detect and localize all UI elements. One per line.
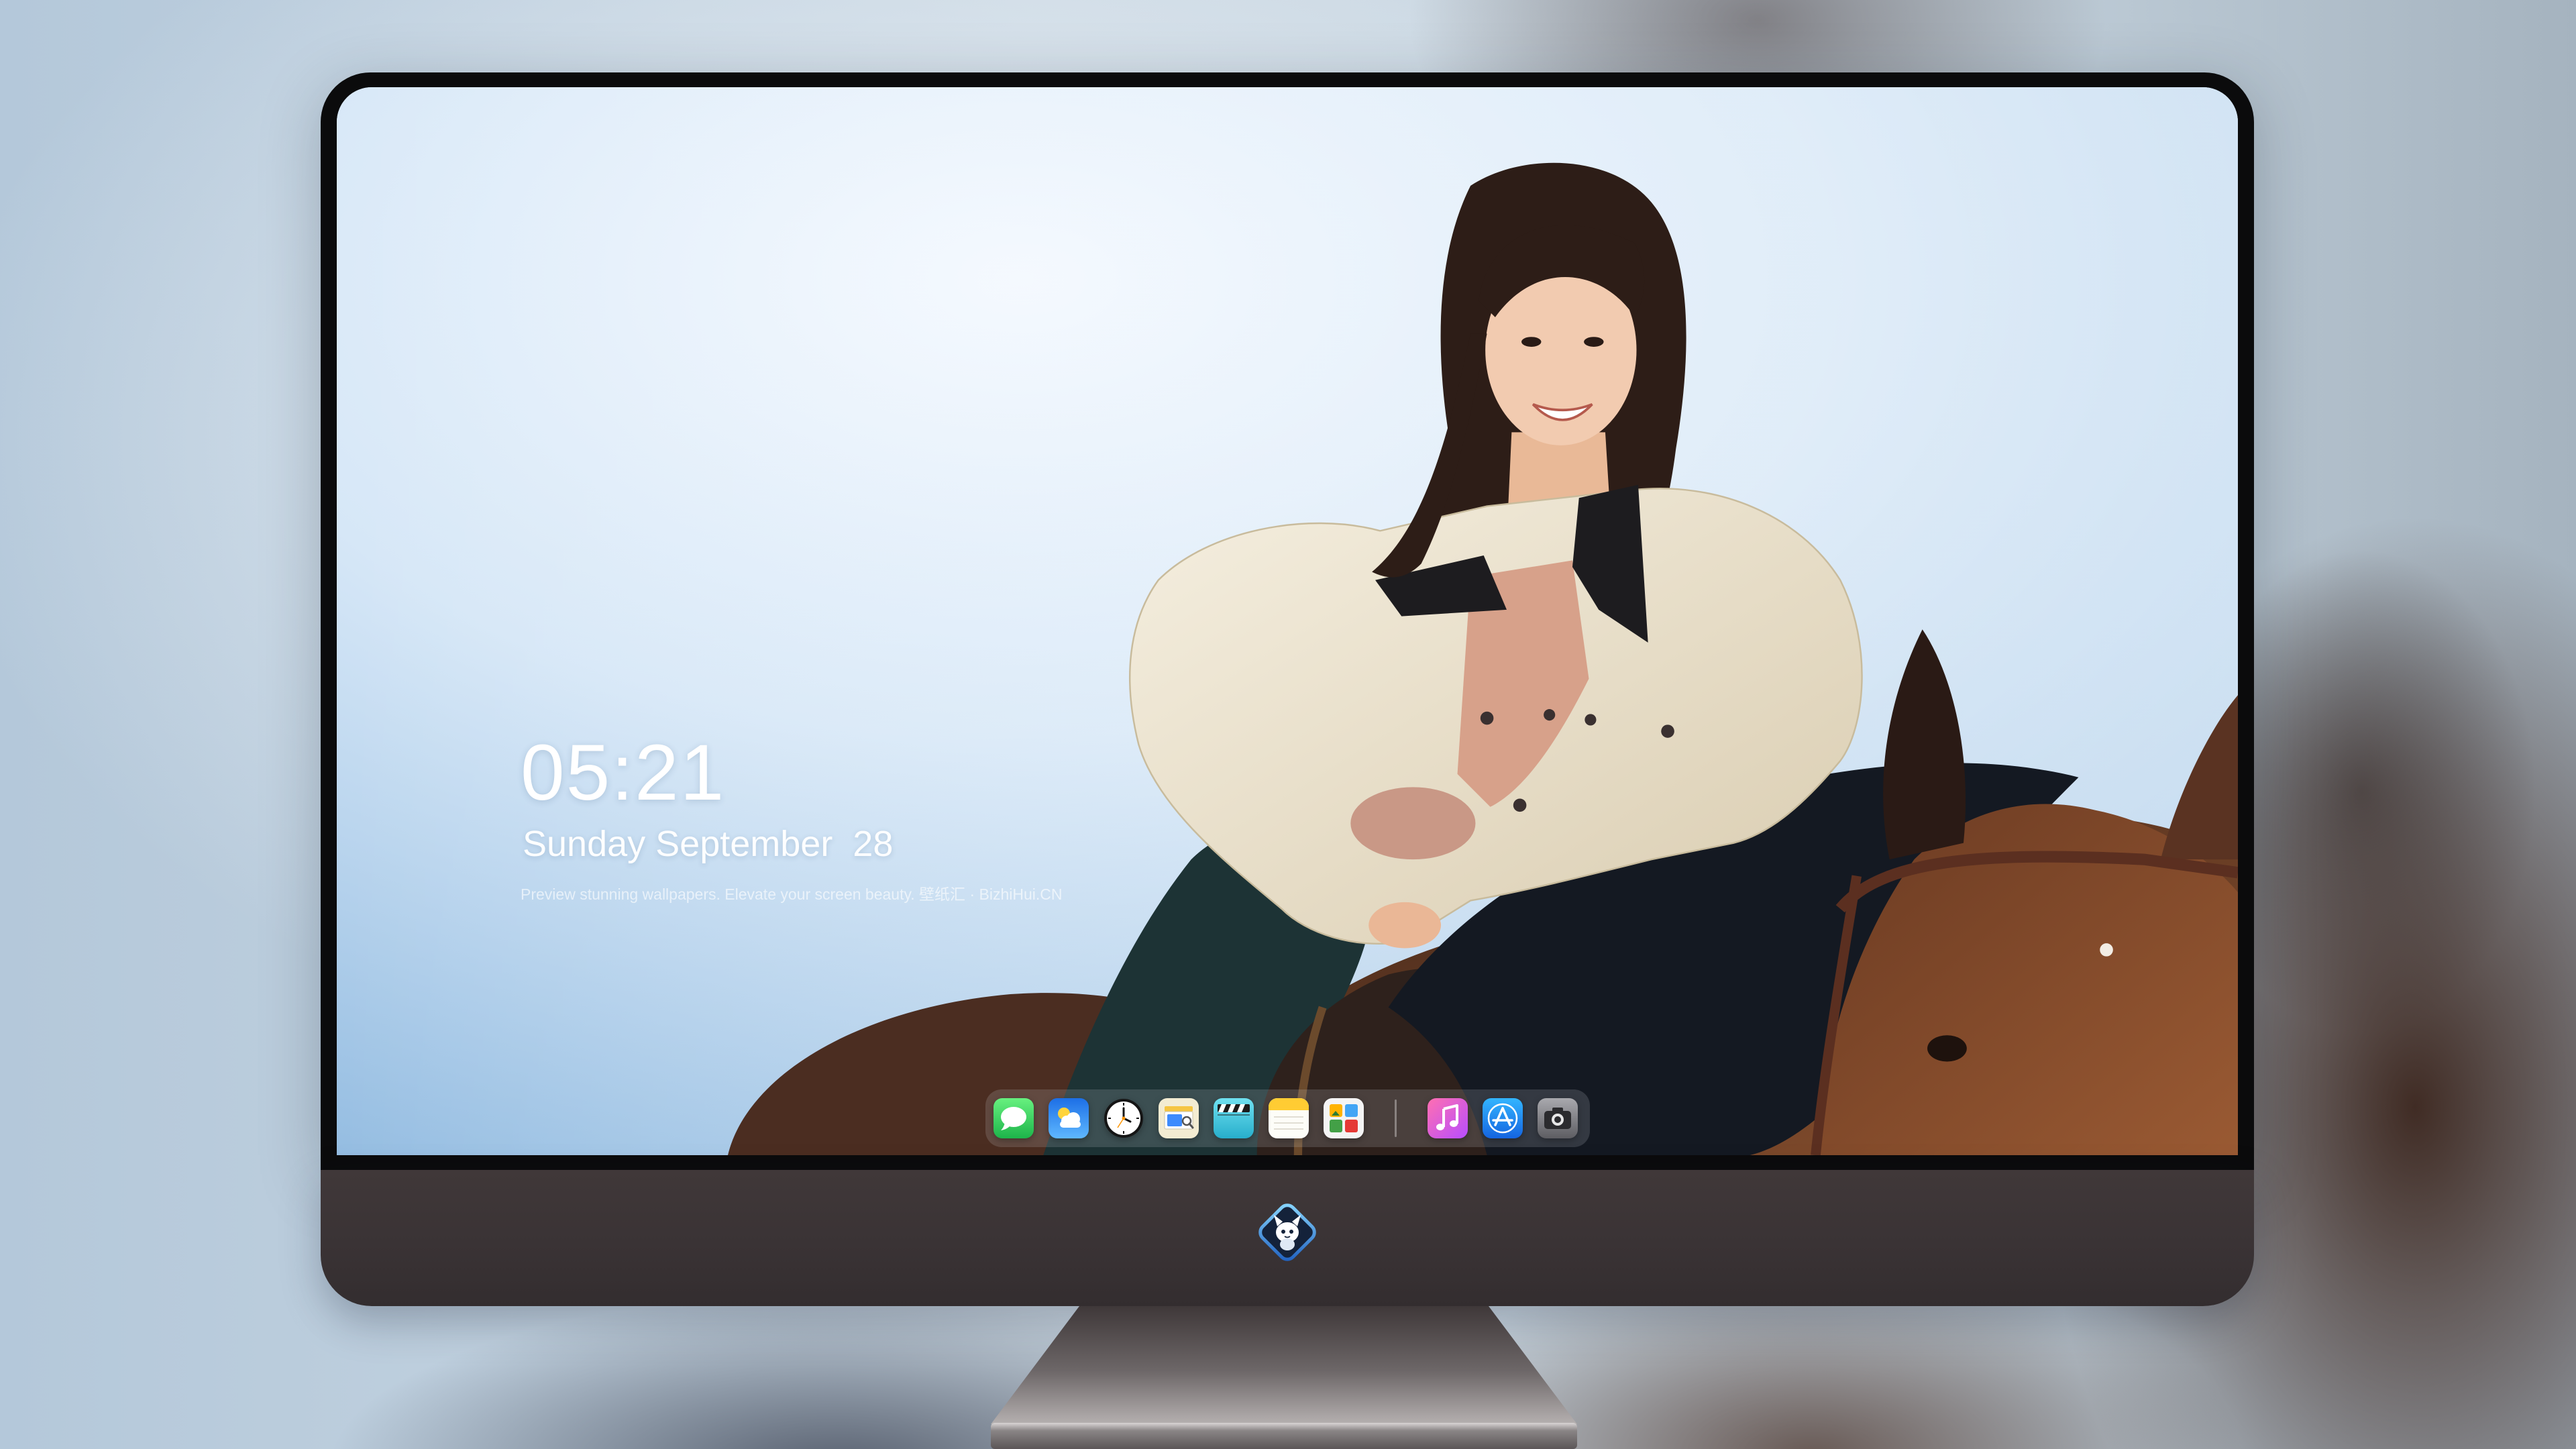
app-store-icon[interactable] [1483, 1098, 1523, 1138]
monitor-stand [991, 1306, 1577, 1449]
dock-separator [1395, 1099, 1397, 1137]
clapperboard-icon[interactable] [1214, 1098, 1254, 1138]
mascot-logo-icon [1258, 1203, 1316, 1261]
wallpaper-image [337, 87, 2238, 1155]
monitor-screen: 05:21 Sunday September 28 Preview stunni… [337, 87, 2238, 1155]
notes-icon[interactable] [1269, 1098, 1309, 1138]
photo-grid-icon[interactable] [1324, 1098, 1364, 1138]
monitor-chin [321, 1170, 2254, 1306]
messages-icon[interactable] [994, 1098, 1034, 1138]
lock-screen-date: Sunday September 28 [523, 824, 894, 864]
lock-screen-time: 05:21 [521, 729, 726, 817]
camera-icon[interactable] [1538, 1098, 1578, 1138]
clock-icon[interactable] [1104, 1098, 1144, 1138]
monitor-bezel: 05:21 Sunday September 28 Preview stunni… [321, 72, 2254, 1170]
dock [985, 1089, 1590, 1147]
wallpaper-tagline: Preview stunning wallpapers. Elevate you… [521, 885, 1063, 903]
weather-icon[interactable] [1049, 1098, 1089, 1138]
music-icon[interactable] [1428, 1098, 1468, 1138]
preview-icon[interactable] [1159, 1098, 1199, 1138]
